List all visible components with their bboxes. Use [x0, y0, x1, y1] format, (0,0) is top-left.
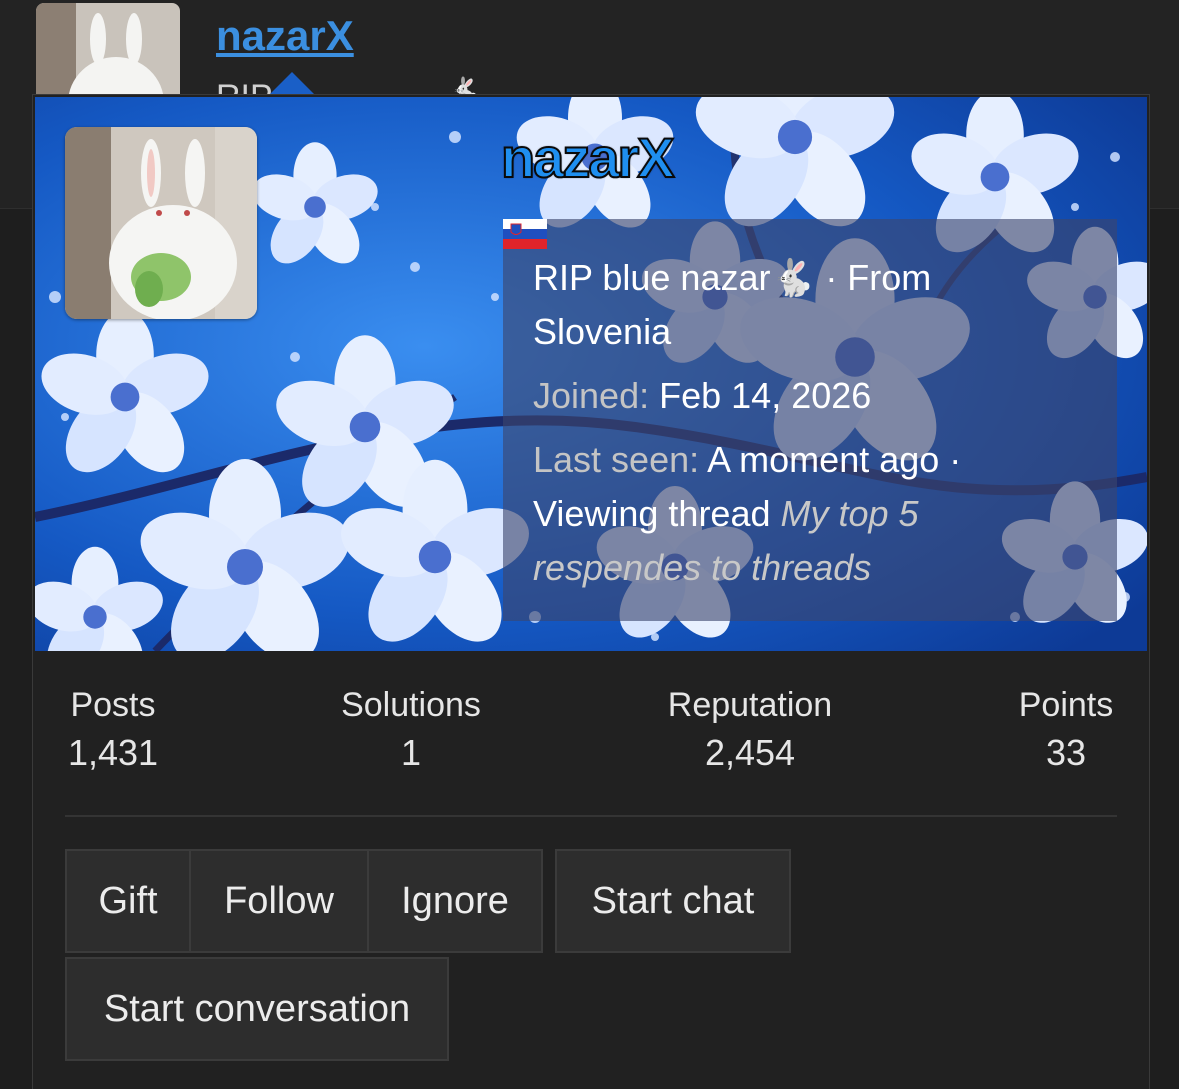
activity-line: Viewing thread My top 5 respendes to thr… — [533, 487, 1087, 595]
tooltip-arrow — [268, 72, 316, 96]
custom-title: RIP blue nazar — [533, 257, 771, 298]
joined-date: Feb 14, 2026 — [659, 375, 872, 416]
member-tooltip-card: nazarX RIP blue nazar🐇 · From Slovenia J… — [32, 94, 1150, 1089]
stat-value: 1 — [400, 732, 422, 773]
stat-label: Solutions — [341, 686, 481, 724]
user-info-box: RIP blue nazar🐇 · From Slovenia Joined: — [503, 219, 1117, 621]
last-seen-label: Last seen: — [533, 439, 700, 480]
profile-banner: nazarX RIP blue nazar🐇 · From Slovenia J… — [35, 97, 1147, 651]
rabbit-icon: 🐇 — [770, 257, 816, 298]
last-seen-line: Last seen: A moment ago · — [533, 433, 1087, 487]
stats-divider — [65, 815, 1117, 817]
stat-label: Points — [1018, 686, 1114, 724]
gift-button[interactable]: Gift — [65, 849, 191, 953]
location-link[interactable]: Slovenia — [533, 311, 671, 352]
start-conversation-button[interactable]: Start conversation — [65, 957, 449, 1061]
stat-value: 33 — [1045, 732, 1087, 773]
stat-posts[interactable]: Posts 1,431 — [53, 685, 173, 781]
header-username-link[interactable]: nazarX — [216, 12, 354, 60]
tooltip-avatar[interactable] — [65, 127, 257, 319]
stat-value: 1,431 — [67, 732, 159, 773]
ignore-button[interactable]: Ignore — [367, 849, 543, 953]
last-seen-value: A moment ago · — [707, 439, 962, 480]
stat-label: Posts — [70, 686, 156, 724]
joined-label: Joined: — [533, 375, 650, 416]
follow-button[interactable]: Follow — [189, 849, 369, 953]
activity-prefix: Viewing thread — [533, 493, 771, 534]
user-stats: Posts 1,431 Solutions 1 Reputation 2,454… — [33, 685, 1149, 795]
stat-value: 2,454 — [704, 732, 796, 773]
slovenia-flag-icon — [503, 219, 717, 348]
joined-line: Joined: Feb 14, 2026 — [533, 369, 1087, 423]
location-separator: · From — [815, 257, 932, 298]
stat-label: Reputation — [667, 686, 833, 724]
start-chat-button[interactable]: Start chat — [555, 849, 791, 953]
stat-solutions[interactable]: Solutions 1 — [313, 685, 509, 781]
custom-title-line: RIP blue nazar🐇 · From — [533, 251, 1087, 305]
stat-points[interactable]: Points 33 — [1001, 685, 1131, 781]
stat-reputation[interactable]: Reputation 2,454 — [645, 685, 855, 781]
member-tooltip-page: nazarX RIP 🐇 — [0, 0, 1179, 1089]
location-line: Slovenia — [503, 219, 1087, 359]
tooltip-username[interactable]: nazarX — [500, 125, 676, 190]
